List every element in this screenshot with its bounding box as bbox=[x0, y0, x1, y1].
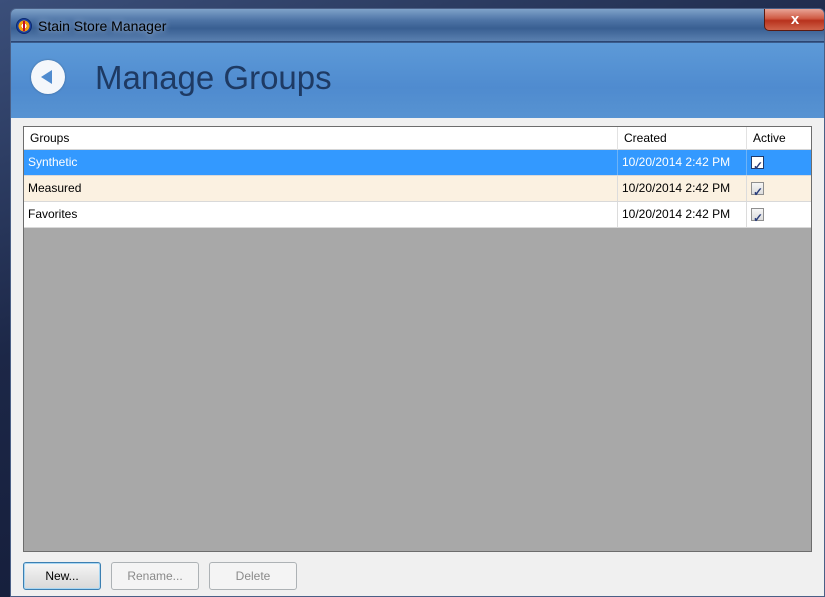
group-name-cell: Favorites bbox=[24, 202, 618, 227]
title-bar[interactable]: Stain Store Manager x bbox=[11, 9, 824, 42]
created-cell: 10/20/2014 2:42 PM bbox=[618, 176, 747, 201]
groups-table: Groups Created Active Synthetic 10/20/20… bbox=[23, 126, 812, 552]
created-cell: 10/20/2014 2:42 PM bbox=[618, 202, 747, 227]
created-cell: 10/20/2014 2:42 PM bbox=[618, 150, 747, 175]
window-title: Stain Store Manager bbox=[38, 18, 167, 34]
column-header-groups[interactable]: Groups bbox=[24, 127, 618, 150]
app-window: Stain Store Manager x Manage Groups Grou… bbox=[10, 8, 825, 597]
app-logo-icon bbox=[16, 18, 32, 34]
group-name-cell: Measured bbox=[24, 176, 618, 201]
table-header: Groups Created Active bbox=[24, 127, 811, 150]
new-group-button[interactable]: New... bbox=[23, 562, 101, 590]
active-checkbox[interactable] bbox=[751, 206, 764, 227]
active-cell bbox=[747, 150, 811, 175]
active-cell bbox=[747, 176, 811, 201]
active-cell bbox=[747, 202, 811, 227]
page-header: Manage Groups bbox=[11, 43, 824, 118]
active-checkbox[interactable] bbox=[751, 180, 764, 201]
delete-group-button[interactable]: Delete bbox=[209, 562, 297, 590]
table-row[interactable]: Measured 10/20/2014 2:42 PM bbox=[24, 176, 811, 202]
column-header-created[interactable]: Created bbox=[618, 127, 747, 150]
column-header-active[interactable]: Active bbox=[747, 127, 811, 150]
active-checkbox[interactable] bbox=[751, 154, 764, 175]
page-title: Manage Groups bbox=[95, 59, 332, 96]
table-row[interactable]: Favorites 10/20/2014 2:42 PM bbox=[24, 202, 811, 228]
back-arrow-icon[interactable] bbox=[31, 60, 65, 94]
content-area: Groups Created Active Synthetic 10/20/20… bbox=[11, 118, 824, 596]
close-button[interactable]: x bbox=[764, 9, 824, 31]
group-name-cell: Synthetic bbox=[24, 150, 618, 175]
rename-group-button[interactable]: Rename... bbox=[111, 562, 199, 590]
table-row[interactable]: Synthetic 10/20/2014 2:42 PM bbox=[24, 150, 811, 176]
